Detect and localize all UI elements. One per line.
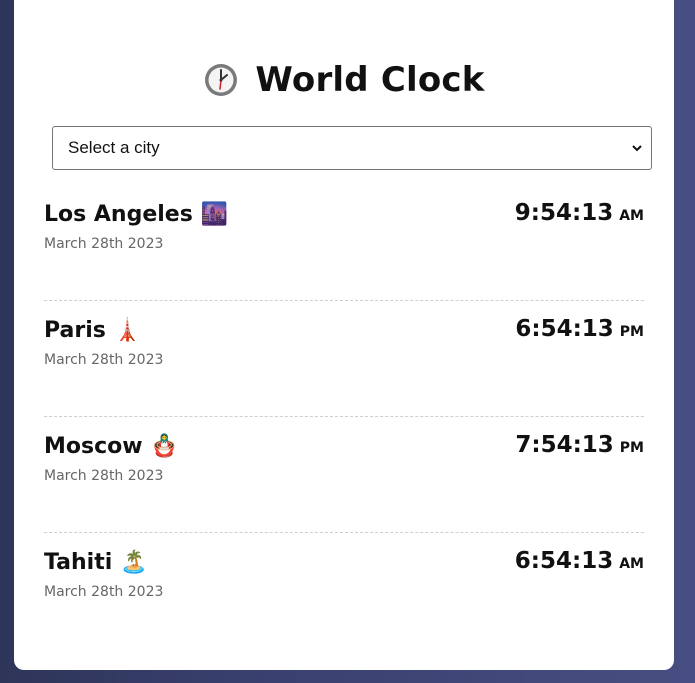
city-name: Paris (44, 318, 106, 343)
city-name: Los Angeles (44, 202, 193, 227)
tower-icon: 🗼 (113, 317, 142, 343)
cityscape-icon: 🌆 (200, 201, 229, 227)
island-icon: 🏝️ (120, 549, 148, 575)
city-time: 6:54:13 PM (515, 316, 644, 342)
city-date: March 28th 2023 (44, 584, 164, 600)
city-row: Los Angeles 🌆 March 28th 2023 9:54:13 AM (44, 186, 644, 301)
nesting-doll-icon: 🪆 (150, 433, 178, 459)
time-value: 6:54:13 (515, 316, 614, 342)
time-ampm: PM (619, 440, 644, 456)
city-date: March 28th 2023 (44, 468, 164, 484)
time-value: 6:54:13 (514, 548, 614, 574)
header: World Clock (14, 60, 674, 100)
city-time: 6:54:13 AM (515, 548, 644, 574)
city-select-value: Select a city (68, 138, 160, 157)
city-list: Los Angeles 🌆 March 28th 2023 9:54:13 AM… (44, 186, 644, 649)
world-clock-card: World Clock Select a city Los Angeles 🌆 … (14, 0, 674, 670)
time-ampm: AM (619, 556, 644, 572)
city-row: Paris 🗼 March 28th 2023 6:54:13 PM (44, 302, 644, 417)
time-ampm: AM (619, 208, 644, 224)
city-time: 9:54:13 AM (515, 200, 644, 226)
city-date: March 28th 2023 (44, 236, 164, 252)
chevron-down-icon (632, 145, 642, 152)
city-time: 7:54:13 PM (515, 432, 644, 458)
city-name: Moscow (44, 434, 143, 459)
time-value: 7:54:13 (515, 432, 614, 458)
city-name: Tahiti (44, 550, 113, 575)
time-value: 9:54:13 (514, 200, 614, 226)
city-row: Moscow 🪆 March 28th 2023 7:54:13 PM (44, 418, 644, 533)
city-date: March 28th 2023 (44, 352, 164, 368)
time-ampm: PM (619, 324, 644, 340)
city-row: Tahiti 🏝️ March 28th 2023 6:54:13 AM (44, 534, 644, 649)
city-select[interactable]: Select a city (52, 126, 652, 170)
page-title: World Clock (255, 60, 485, 100)
clock-icon (205, 64, 238, 96)
